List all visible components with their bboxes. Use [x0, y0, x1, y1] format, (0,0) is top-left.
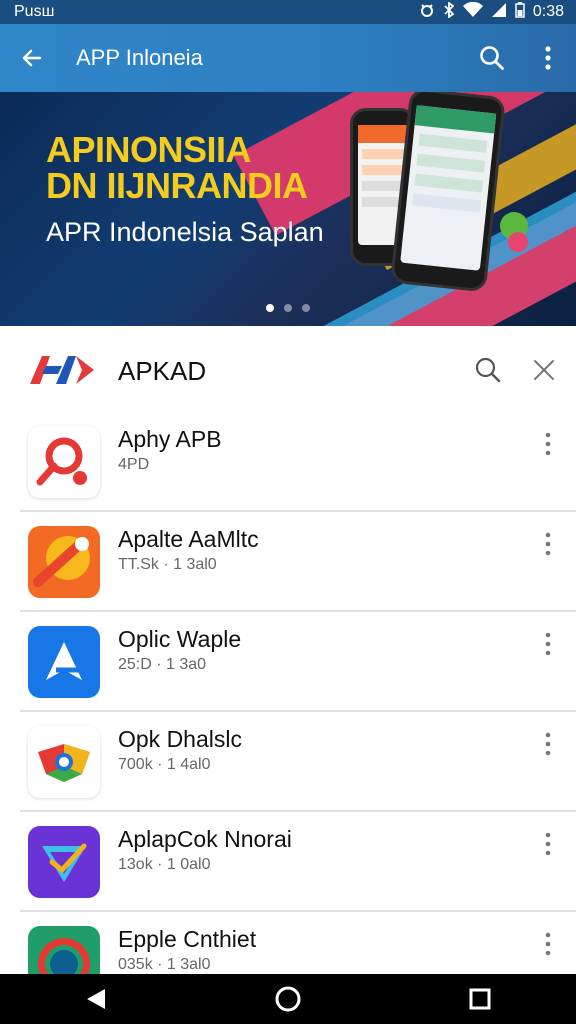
app-meta: 4PD [118, 456, 150, 473]
app-name: Oplic Waple [118, 626, 242, 652]
banner-phone-right [390, 92, 506, 293]
search-icon [480, 46, 504, 70]
more-vert-icon [545, 632, 551, 656]
app-meta: 25:D · 1 3a0 [118, 656, 207, 673]
apkad-logo [28, 352, 98, 386]
app-name: Aphy APB [118, 426, 222, 452]
item-more-button[interactable] [532, 824, 564, 864]
item-more-button[interactable] [532, 524, 564, 564]
more-vert-icon [545, 732, 551, 756]
app-bar-title: APP Inloneia [76, 45, 203, 70]
app-bar-search-button[interactable] [464, 24, 520, 92]
pager-dot[interactable] [284, 304, 292, 312]
decor-circle-icon [508, 232, 528, 252]
app-bar: APP Inloneia [0, 24, 576, 92]
more-vert-icon [545, 532, 551, 556]
close-button[interactable] [524, 350, 564, 390]
status-time: 0:38 [532, 3, 564, 20]
app-name: Apalte AaMltc [118, 526, 259, 552]
recents-square-icon [469, 988, 491, 1010]
more-vert-icon [545, 832, 551, 856]
app-icon [28, 426, 100, 498]
item-more-button[interactable] [532, 724, 564, 764]
app-name: Epple Cnthiet [118, 926, 257, 952]
back-arrow-icon [22, 49, 42, 67]
search-button[interactable] [468, 350, 508, 390]
search-icon [475, 357, 501, 383]
status-left-text: Pusш [14, 3, 55, 20]
banner-headline-line2: DN IIJNRANDIA [46, 165, 308, 206]
list-item[interactable]: Oplic Waple 25:D · 1 3a0 [0, 612, 576, 712]
more-vert-icon [545, 432, 551, 456]
app-meta: TT.Sk · 1 3al0 [118, 556, 217, 573]
list-item[interactable]: AplapCok Nnorai 13ok · 1 0al0 [0, 812, 576, 912]
app-icon [28, 626, 100, 698]
bluetooth-icon [443, 0, 455, 23]
nav-home-button[interactable] [258, 974, 318, 1024]
app-meta: 13ok · 1 0al0 [118, 856, 211, 873]
wifi-icon [462, 1, 483, 23]
app-meta: 035k · 1 3al0 [118, 956, 211, 973]
item-more-button[interactable] [532, 624, 564, 664]
close-icon [534, 360, 554, 380]
system-nav-bar [0, 974, 576, 1024]
signal-icon [491, 2, 507, 23]
item-more-button[interactable] [532, 924, 564, 964]
app-list: Aphy APB 4PD Apalte AaMltc TT.Sk · 1 3al… [0, 412, 576, 974]
banner-headline-line1: APINONSIIA [46, 129, 252, 170]
app-name: Opk Dhalslc [118, 726, 242, 752]
banner-pager-dots[interactable] [0, 304, 576, 312]
nav-back-button[interactable] [66, 974, 126, 1024]
banner-subtitle: APR Indonelsia Saplan [46, 217, 324, 247]
app-icon [28, 526, 100, 598]
alarm-icon [419, 2, 435, 23]
item-more-button[interactable] [532, 424, 564, 464]
status-icons: 0:38 [419, 0, 564, 23]
app-name: AplapCok Nnorai [118, 826, 292, 852]
home-circle-icon [275, 986, 301, 1012]
app-bar-overflow-button[interactable] [520, 24, 576, 92]
search-title: APKAD [118, 356, 207, 386]
list-item[interactable]: Opk Dhalslc 700k · 1 4al0 [0, 712, 576, 812]
app-meta: 700k · 1 4al0 [118, 756, 211, 773]
nav-recents-button[interactable] [450, 974, 510, 1024]
more-vert-icon [545, 46, 551, 70]
list-item[interactable]: Epple Cnthiet 035k · 1 3al0 [0, 912, 576, 974]
promo-banner[interactable]: APINONSIIA DN IIJNRANDIA APR Indonelsia … [0, 92, 576, 326]
back-button[interactable] [0, 24, 64, 92]
app-icon [28, 826, 100, 898]
search-header: APKAD [0, 330, 576, 412]
app-icon [28, 926, 100, 974]
list-item[interactable]: Aphy APB 4PD [0, 412, 576, 512]
pager-dot-active[interactable] [266, 304, 274, 312]
app-icon [28, 726, 100, 798]
battery-icon [515, 1, 525, 23]
status-bar: Pusш 0:38 [0, 0, 576, 24]
back-triangle-icon [87, 989, 105, 1009]
list-item[interactable]: Apalte AaMltc TT.Sk · 1 3al0 [0, 512, 576, 612]
more-vert-icon [545, 932, 551, 956]
pager-dot[interactable] [302, 304, 310, 312]
